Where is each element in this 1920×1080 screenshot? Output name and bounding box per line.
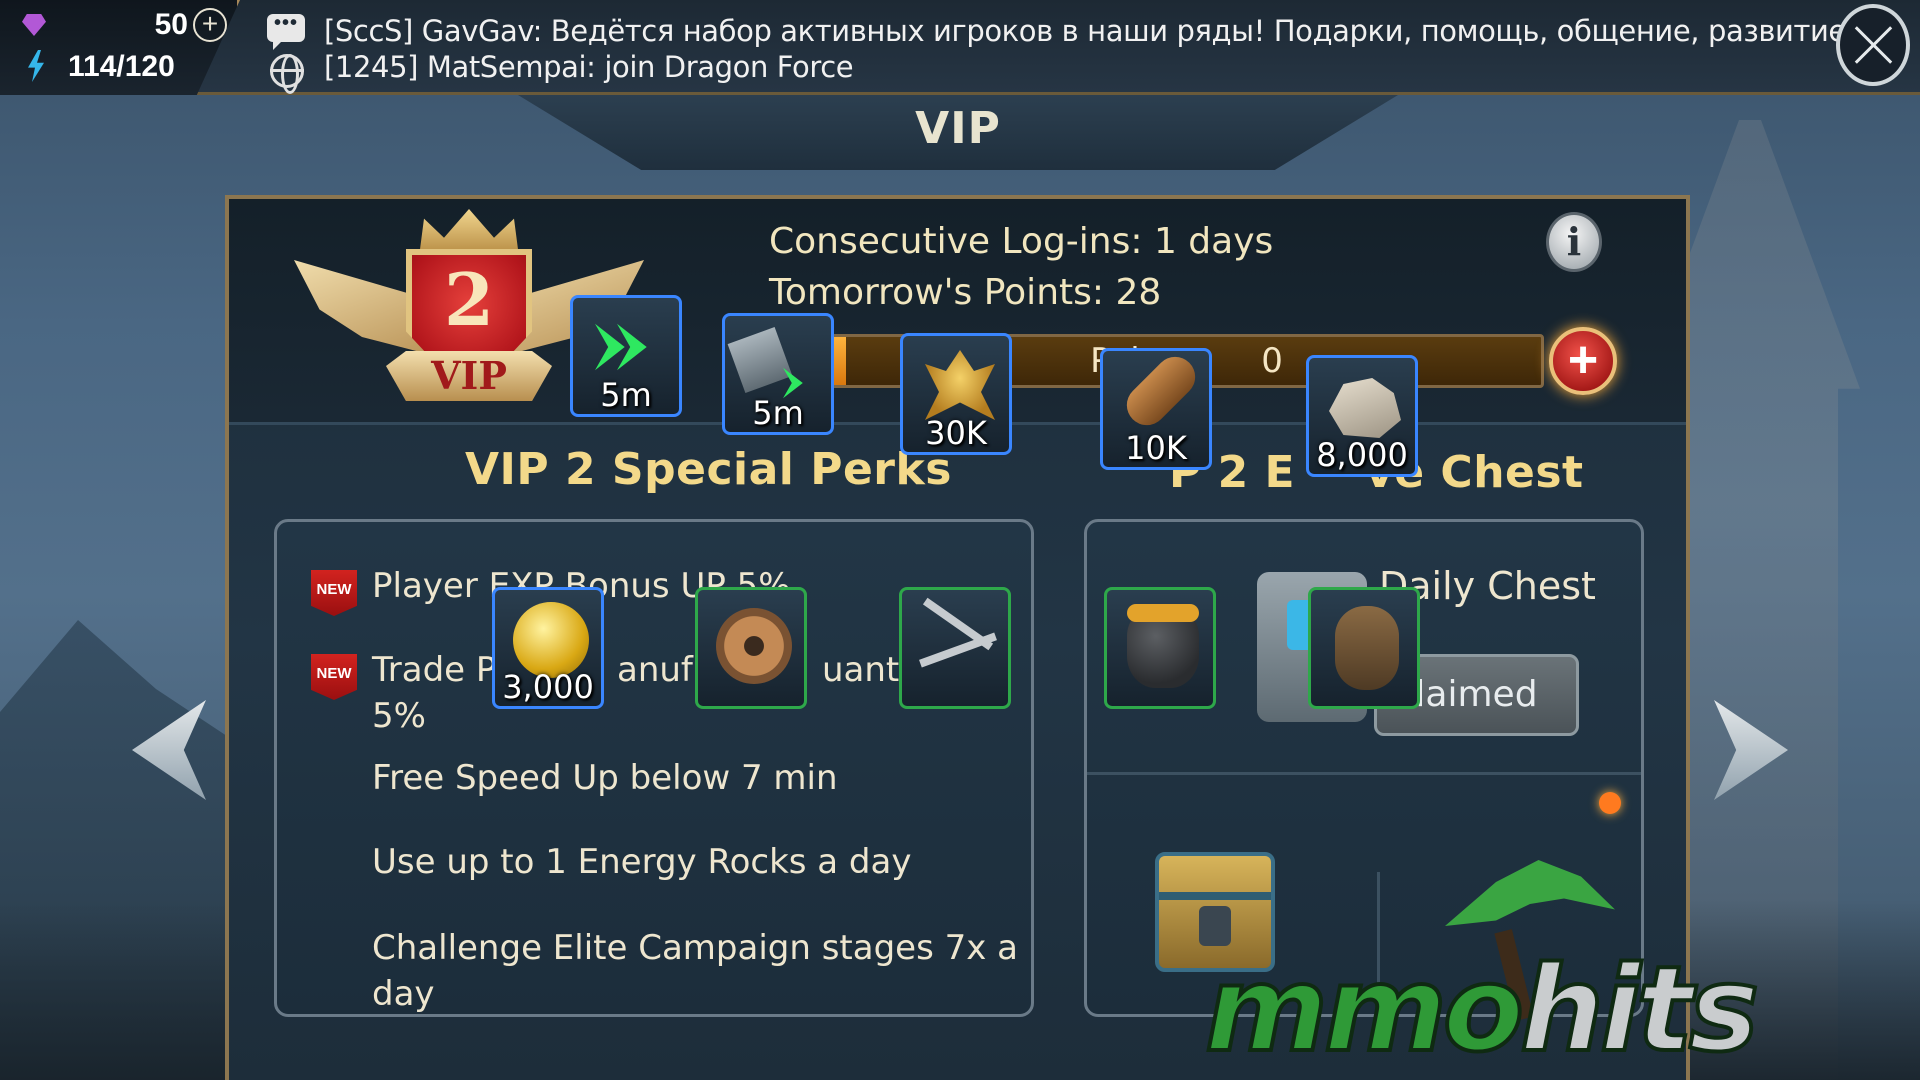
item-stone[interactable]: 8,000: [1306, 355, 1418, 477]
tomorrow-points: Tomorrow's Points: 28: [769, 272, 1162, 313]
item-speedup[interactable]: 5m: [570, 295, 682, 417]
chat-message-world: [1245] MatSempai: join Dragon Force: [324, 50, 854, 84]
hammer-speedup-icon: [727, 327, 793, 393]
close-button[interactable]: [1836, 4, 1910, 86]
perk-trade: Trade Pr: [372, 650, 510, 690]
perk-elite-campaign: Challenge Elite Campaign stages 7x a: [372, 928, 1019, 968]
new-badge: NEW: [311, 654, 357, 700]
watermark-logo: mmohits: [1203, 860, 1905, 1080]
item-pot[interactable]: [1104, 587, 1216, 709]
wheat-icon: [925, 350, 995, 420]
perk-elite-campaign-line2: day: [372, 974, 435, 1014]
page-title: VIP: [915, 103, 1001, 154]
wood-log-icon: [1118, 351, 1204, 434]
energy-count: 114/120: [68, 50, 175, 83]
add-gems-button[interactable]: +: [193, 8, 227, 42]
item-food[interactable]: 30K: [900, 333, 1012, 455]
energy-bolt-icon: [28, 50, 44, 82]
vip-points-label-end: 0: [1261, 341, 1283, 381]
chat-ticker[interactable]: ••• [SccS] GavGav: Ведётся набор активны…: [262, 10, 1857, 94]
item-pulley[interactable]: [1308, 587, 1420, 709]
title-banner: VIP: [518, 95, 1398, 170]
nails-icon-2: [919, 632, 997, 668]
globe-icon[interactable]: [270, 54, 304, 94]
special-perks-title: VIP 2 Special Perks: [465, 444, 952, 495]
item-qty: 10K: [1125, 429, 1187, 467]
vip-level-number: 2: [443, 257, 495, 342]
gold-coin-icon: [513, 602, 589, 678]
stone-icon: [1329, 378, 1401, 438]
perk-energy-rocks: Use up to 1 Energy Rocks a day: [372, 842, 912, 882]
consecutive-logins: Consecutive Log-ins: 1 days: [769, 221, 1274, 262]
speedup-arrow-icon: [595, 323, 625, 371]
chat-bubble-icon[interactable]: •••: [267, 13, 305, 42]
item-gold[interactable]: 3,000: [492, 587, 604, 709]
item-building-speedup[interactable]: 5m: [722, 313, 834, 435]
pulley-icon: [1335, 606, 1399, 690]
perk-trade-mid: anuf: [617, 650, 693, 690]
item-nails[interactable]: [899, 587, 1011, 709]
pot-honey-icon: [1127, 604, 1199, 622]
item-qty: 5m: [752, 394, 804, 432]
top-status-bar: 50 + 114/120 ••• [SccS] GavGav: Ведётся …: [0, 0, 1920, 95]
item-qty: 8,000: [1316, 436, 1408, 474]
info-button[interactable]: i: [1546, 212, 1602, 272]
resource-panel: 50 + 114/120: [0, 0, 240, 95]
perk-free-speedup: Free Speed Up below 7 min: [372, 758, 838, 798]
item-wood[interactable]: 10K: [1100, 348, 1212, 470]
ember-icon: [1599, 792, 1621, 814]
chest-divider: [1087, 772, 1641, 775]
vip-ribbon-label: VIP: [431, 353, 507, 398]
add-vip-points-button[interactable]: +: [1549, 327, 1617, 395]
item-qty: 3,000: [502, 668, 594, 706]
watermark-text: mmohits: [1203, 938, 1761, 1080]
perk-trade-line2: 5%: [372, 696, 426, 736]
chat-message-guild: [SccS] GavGav: Ведётся набор активных иг…: [324, 14, 1858, 48]
new-badge: NEW: [311, 570, 357, 616]
gem-icon: [22, 14, 46, 36]
perk-trade-end: uant: [822, 650, 900, 690]
speedup-arrow-icon-2: [617, 323, 647, 371]
item-qty: 30K: [925, 414, 987, 452]
gem-count: 50: [154, 8, 188, 41]
item-gear[interactable]: [695, 587, 807, 709]
gear-icon: [716, 608, 792, 684]
item-qty: 5m: [600, 376, 652, 414]
